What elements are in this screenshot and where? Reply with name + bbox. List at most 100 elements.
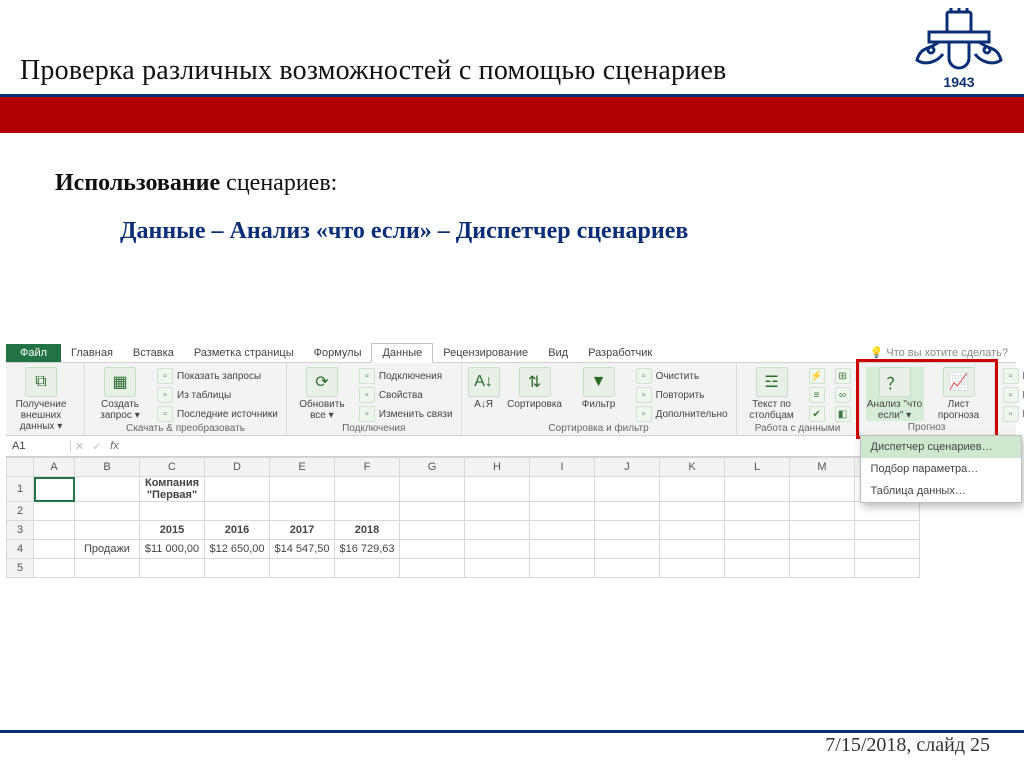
- cell[interactable]: [205, 502, 270, 521]
- cell[interactable]: [34, 502, 75, 521]
- cell[interactable]: [400, 521, 465, 540]
- ribbon-item[interactable]: ▫Последние источники: [155, 405, 280, 423]
- col-header[interactable]: A: [34, 458, 75, 477]
- relationships-button[interactable]: ∞: [833, 386, 853, 404]
- tab-главная[interactable]: Главная: [61, 344, 123, 362]
- col-header[interactable]: B: [75, 458, 140, 477]
- cell[interactable]: [270, 502, 335, 521]
- cell[interactable]: [660, 477, 725, 502]
- cell[interactable]: [465, 540, 530, 559]
- cell[interactable]: 2017: [270, 521, 335, 540]
- cell[interactable]: [530, 540, 595, 559]
- cell[interactable]: [75, 477, 140, 502]
- cell[interactable]: [530, 477, 595, 502]
- tab-рецензирование[interactable]: Рецензирование: [433, 344, 538, 362]
- cell[interactable]: [335, 502, 400, 521]
- cell[interactable]: [790, 477, 855, 502]
- col-header[interactable]: I: [530, 458, 595, 477]
- cell[interactable]: [34, 540, 75, 559]
- cell[interactable]: [855, 521, 920, 540]
- get-external-data-button[interactable]: ⧉Получение внешних данных ▾: [12, 367, 70, 432]
- tab-разметка страницы[interactable]: Разметка страницы: [184, 344, 304, 362]
- text-to-columns-button[interactable]: ☲Текст по столбцам: [743, 367, 801, 421]
- cell[interactable]: [205, 559, 270, 578]
- cell[interactable]: [725, 477, 790, 502]
- refresh-all-button[interactable]: ⟳Обновить все ▾: [293, 367, 351, 421]
- cell[interactable]: [660, 540, 725, 559]
- cell[interactable]: [465, 521, 530, 540]
- ribbon-item[interactable]: ▫Подключения: [357, 367, 455, 385]
- cell[interactable]: [34, 521, 75, 540]
- cell[interactable]: [530, 559, 595, 578]
- cell[interactable]: [595, 521, 660, 540]
- tab-формулы[interactable]: Формулы: [304, 344, 372, 362]
- col-header[interactable]: E: [270, 458, 335, 477]
- ribbon-item[interactable]: ▫Повторить: [634, 386, 730, 404]
- row-header[interactable]: 4: [7, 540, 34, 559]
- cell[interactable]: [34, 477, 75, 502]
- cell[interactable]: [595, 477, 660, 502]
- cell[interactable]: [790, 502, 855, 521]
- sort-button[interactable]: ⇅Сортировка: [506, 367, 564, 410]
- col-header[interactable]: M: [790, 458, 855, 477]
- cell[interactable]: [400, 540, 465, 559]
- row-header[interactable]: 1: [7, 477, 34, 502]
- tab-вид[interactable]: Вид: [538, 344, 578, 362]
- cell[interactable]: [75, 502, 140, 521]
- select-all[interactable]: [7, 458, 34, 477]
- col-header[interactable]: D: [205, 458, 270, 477]
- cell[interactable]: [465, 477, 530, 502]
- cell[interactable]: [725, 502, 790, 521]
- cell[interactable]: [400, 502, 465, 521]
- ribbon-item[interactable]: ▫Дополнительно: [634, 405, 730, 423]
- cell[interactable]: [75, 521, 140, 540]
- tell-me[interactable]: Что вы хотите сделать?: [862, 343, 1016, 362]
- cell[interactable]: Продажи: [75, 540, 140, 559]
- cell[interactable]: [595, 540, 660, 559]
- cell[interactable]: [660, 502, 725, 521]
- ribbon-item[interactable]: ▫Группировать ▾: [1001, 367, 1024, 385]
- cell[interactable]: [335, 477, 400, 502]
- cell[interactable]: [855, 502, 920, 521]
- cell[interactable]: [465, 502, 530, 521]
- cell[interactable]: $16 729,63: [335, 540, 400, 559]
- cell[interactable]: $11 000,00: [140, 540, 205, 559]
- manage-model-button[interactable]: ◧: [833, 405, 853, 423]
- cell[interactable]: [270, 559, 335, 578]
- cell[interactable]: [530, 521, 595, 540]
- remove-dupes-button[interactable]: ≡: [807, 386, 827, 404]
- ribbon-item[interactable]: ▫Разгруппировать ▾: [1001, 386, 1024, 404]
- cell[interactable]: $14 547,50: [270, 540, 335, 559]
- row-header[interactable]: 2: [7, 502, 34, 521]
- cell[interactable]: Компания "Первая": [140, 477, 205, 502]
- cell[interactable]: $12 650,00: [205, 540, 270, 559]
- flash-fill-button[interactable]: ⚡: [807, 367, 827, 385]
- cell[interactable]: 2015: [140, 521, 205, 540]
- new-query-button[interactable]: ▦Создать запрос ▾: [91, 367, 149, 421]
- cell[interactable]: [530, 502, 595, 521]
- name-box[interactable]: A1: [6, 440, 71, 452]
- row-header[interactable]: 3: [7, 521, 34, 540]
- enter-icon[interactable]: ✓: [88, 440, 105, 453]
- cell[interactable]: [465, 559, 530, 578]
- cell[interactable]: [725, 521, 790, 540]
- cell[interactable]: [140, 559, 205, 578]
- cell[interactable]: [725, 540, 790, 559]
- consolidate-button[interactable]: ⊞: [833, 367, 853, 385]
- cell[interactable]: [400, 559, 465, 578]
- ribbon-item[interactable]: ▫Свойства: [357, 386, 455, 404]
- cell[interactable]: [335, 559, 400, 578]
- ribbon-item[interactable]: ▫Промежуточный итог: [1001, 405, 1024, 423]
- cell[interactable]: [75, 559, 140, 578]
- cell[interactable]: [595, 559, 660, 578]
- col-header[interactable]: J: [595, 458, 660, 477]
- col-header[interactable]: G: [400, 458, 465, 477]
- cell[interactable]: [790, 559, 855, 578]
- cell[interactable]: [790, 521, 855, 540]
- cancel-icon[interactable]: ✕: [71, 440, 88, 453]
- whatif-button[interactable]: ？Анализ "что если" ▾: [866, 367, 924, 421]
- cell[interactable]: [270, 477, 335, 502]
- cell[interactable]: [725, 559, 790, 578]
- col-header[interactable]: K: [660, 458, 725, 477]
- menu-goal-seek[interactable]: Подбор параметра…: [861, 458, 1021, 480]
